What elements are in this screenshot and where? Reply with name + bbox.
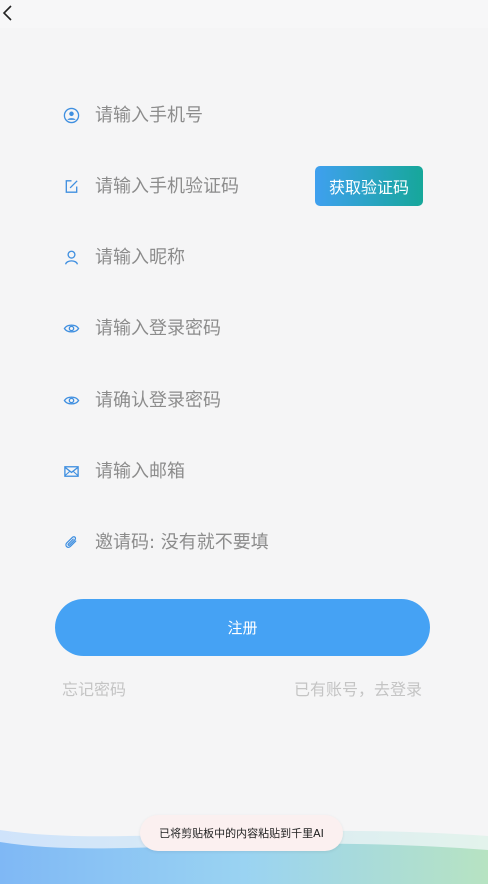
get-code-button[interactable]: 获取验证码 — [315, 166, 423, 206]
email-input[interactable] — [95, 460, 305, 482]
eye-icon — [62, 319, 80, 337]
password-input[interactable] — [95, 317, 305, 339]
login-link[interactable]: 已有账号，去登录 — [294, 676, 422, 700]
eye-icon — [62, 391, 80, 409]
top-bar — [0, 0, 488, 28]
password-row — [62, 312, 442, 344]
forgot-password-link[interactable]: 忘记密码 — [62, 676, 126, 700]
paperclip-icon — [62, 533, 80, 551]
nickname-input[interactable] — [95, 246, 305, 268]
person-icon — [62, 248, 80, 266]
email-row — [62, 455, 442, 487]
register-button[interactable]: 注册 — [55, 599, 430, 656]
edit-icon — [62, 177, 80, 195]
user-circle-icon — [62, 106, 80, 124]
invite-code-row — [62, 526, 442, 558]
sms-code-input[interactable] — [95, 175, 305, 197]
invite-code-input[interactable] — [95, 531, 305, 553]
nickname-row — [62, 241, 442, 273]
confirm-password-input[interactable] — [95, 389, 305, 411]
clipboard-toast: 已将剪贴板中的内容粘贴到千里AI — [140, 815, 343, 851]
phone-input[interactable] — [95, 104, 305, 126]
phone-row — [62, 99, 442, 131]
back-button[interactable] — [0, 2, 20, 24]
mail-icon — [62, 462, 80, 480]
chevron-left-icon — [2, 5, 12, 21]
confirm-password-row — [62, 384, 442, 416]
